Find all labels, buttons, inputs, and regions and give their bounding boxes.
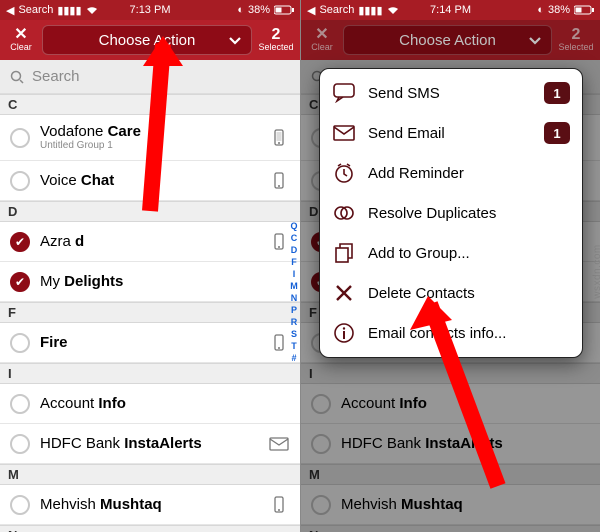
checkbox-empty-icon[interactable]	[10, 434, 30, 454]
badge: 1	[544, 122, 570, 144]
section-header: M	[0, 464, 300, 485]
phone-icon	[268, 233, 290, 251]
clock-icon	[332, 161, 356, 185]
selected-count: 2 Selected	[258, 28, 294, 52]
back-chevron-icon[interactable]: ◀	[6, 4, 14, 17]
battery-pct: 38%	[548, 4, 570, 16]
section-header: F	[0, 302, 300, 323]
status-time: 7:14 PM	[430, 4, 471, 16]
phone-icon	[268, 129, 290, 147]
status-bar: ◀ Search ▮▮▮▮ 7:13 PM ◐ 38%	[0, 0, 300, 20]
annotation-arrow-left	[115, 36, 185, 216]
phone-icon	[268, 496, 290, 514]
checkbox-empty-icon[interactable]	[10, 495, 30, 515]
batt-saver-icon: ◐	[537, 4, 544, 16]
contact-row[interactable]: Mehvish Mushtaq	[0, 485, 300, 525]
info-icon	[332, 321, 356, 345]
battery-icon	[574, 5, 594, 15]
popup-add-reminder[interactable]: Add Reminder	[320, 153, 582, 193]
contact-name: Fire	[40, 334, 268, 351]
copy-icon	[332, 241, 356, 265]
contact-name: HDFC Bank InstaAlerts	[40, 435, 268, 452]
contact-row[interactable]: ✔ Azra d	[0, 222, 300, 262]
wifi-icon	[387, 5, 399, 15]
search-icon	[10, 70, 24, 84]
clear-button[interactable]: ✕ Clear	[307, 28, 337, 52]
back-chevron-icon[interactable]: ◀	[307, 4, 315, 17]
delete-x-icon	[332, 281, 356, 305]
signal-icon: ▮▮▮▮	[358, 4, 382, 17]
close-icon: ✕	[315, 28, 328, 42]
contact-row[interactable]: Fire	[0, 323, 300, 363]
popup-send-email[interactable]: Send Email 1	[320, 113, 582, 153]
checkbox-checked-icon[interactable]: ✔	[10, 272, 30, 292]
status-bar: ◀ Search ▮▮▮▮ 7:14 PM ◐ 38%	[301, 0, 600, 20]
battery-icon	[274, 5, 294, 15]
annotation-arrow-right	[408, 296, 518, 496]
clear-button[interactable]: ✕ Clear	[6, 28, 36, 52]
popup-resolve-duplicates[interactable]: Resolve Duplicates	[320, 193, 582, 233]
contact-name: Azra d	[40, 233, 268, 250]
contact-name: My Delights	[40, 273, 290, 290]
status-back[interactable]: Search	[319, 4, 354, 16]
watermark: wsxdn.com	[593, 244, 600, 299]
choose-action-button[interactable]: Choose Action	[343, 25, 552, 55]
checkbox-empty-icon[interactable]	[10, 128, 30, 148]
checkbox-empty-icon[interactable]	[10, 171, 30, 191]
popup-add-to-group[interactable]: Add to Group...	[320, 233, 582, 273]
status-back[interactable]: Search	[18, 4, 53, 16]
section-header: I	[0, 363, 300, 384]
selected-count: 2 Selected	[558, 28, 594, 52]
contact-row[interactable]: ✔ My Delights	[0, 262, 300, 302]
chevron-down-icon	[527, 32, 543, 48]
battery-pct: 38%	[248, 4, 270, 16]
chevron-down-icon	[227, 32, 243, 48]
checkbox-empty-icon[interactable]	[10, 394, 30, 414]
phone-icon	[268, 172, 290, 190]
status-time: 7:13 PM	[130, 4, 171, 16]
section-header: N	[0, 525, 300, 532]
duplicates-icon	[332, 201, 356, 225]
close-icon: ✕	[14, 28, 27, 42]
wifi-icon	[86, 5, 98, 15]
contact-name: Mehvish Mushtaq	[40, 496, 268, 513]
checkbox-checked-icon[interactable]: ✔	[10, 232, 30, 252]
contact-row[interactable]: HDFC Bank InstaAlerts	[0, 424, 300, 464]
index-scrubber[interactable]: QCD FIM NPR ST#	[288, 220, 300, 364]
popup-send-sms[interactable]: Send SMS 1	[320, 73, 582, 113]
contact-name: Account Info	[40, 395, 290, 412]
contact-row[interactable]: Account Info	[0, 384, 300, 424]
checkbox-empty-icon[interactable]	[10, 333, 30, 353]
phone-icon	[268, 334, 290, 352]
mail-icon	[332, 121, 356, 145]
sms-icon	[332, 81, 356, 105]
mail-icon	[268, 435, 290, 453]
batt-saver-icon: ◐	[237, 4, 244, 16]
signal-icon: ▮▮▮▮	[57, 4, 81, 17]
badge: 1	[544, 82, 570, 104]
action-bar: ✕ Clear Choose Action 2 Selected	[301, 20, 600, 60]
